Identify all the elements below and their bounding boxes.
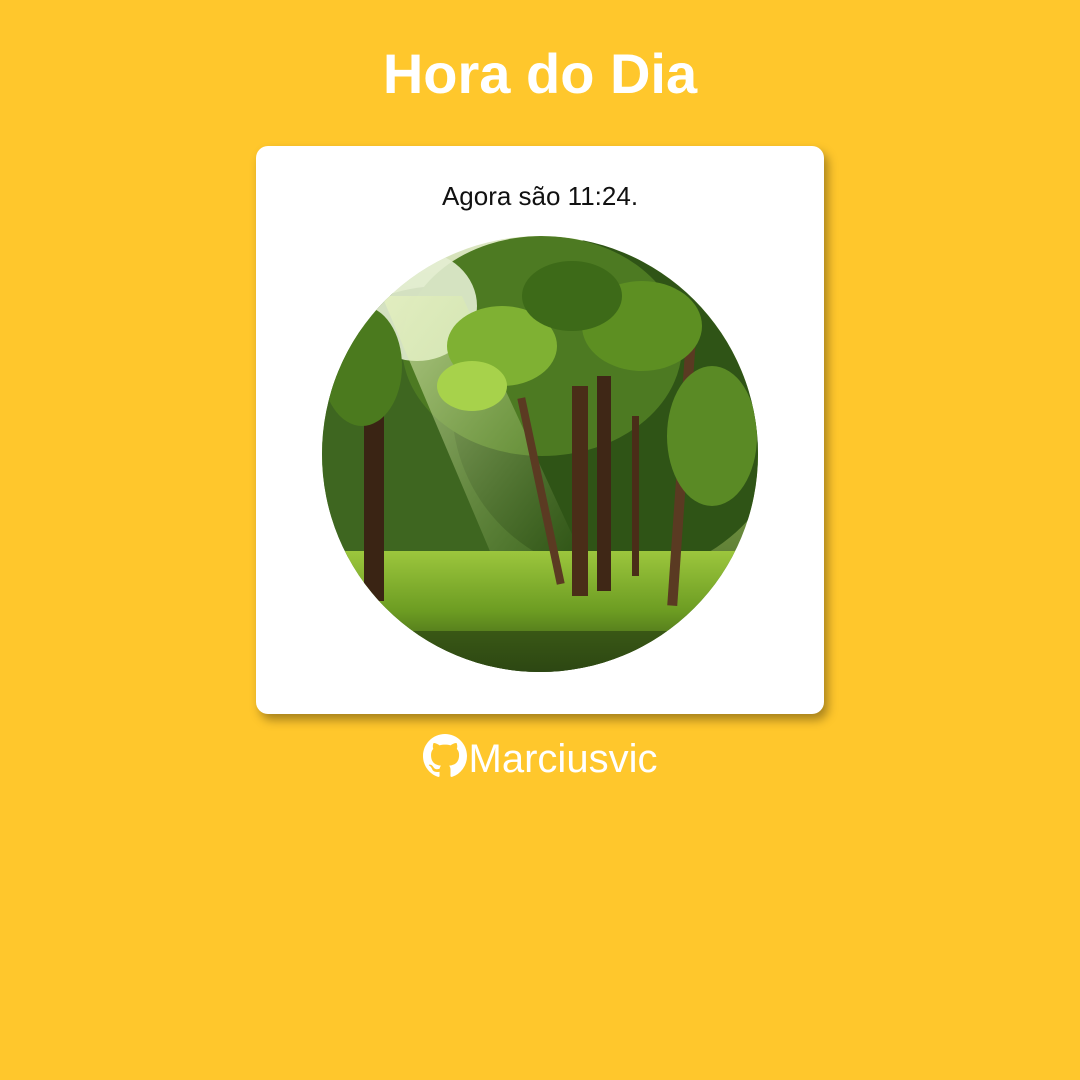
github-profile-link[interactable]: Marciusvic [0,734,1080,784]
forest-image [322,236,758,672]
github-username: Marciusvic [468,737,658,781]
page-title: Hora do Dia [382,42,698,105]
time-message: Agora são 11:24. [441,181,639,211]
github-icon [422,734,467,778]
